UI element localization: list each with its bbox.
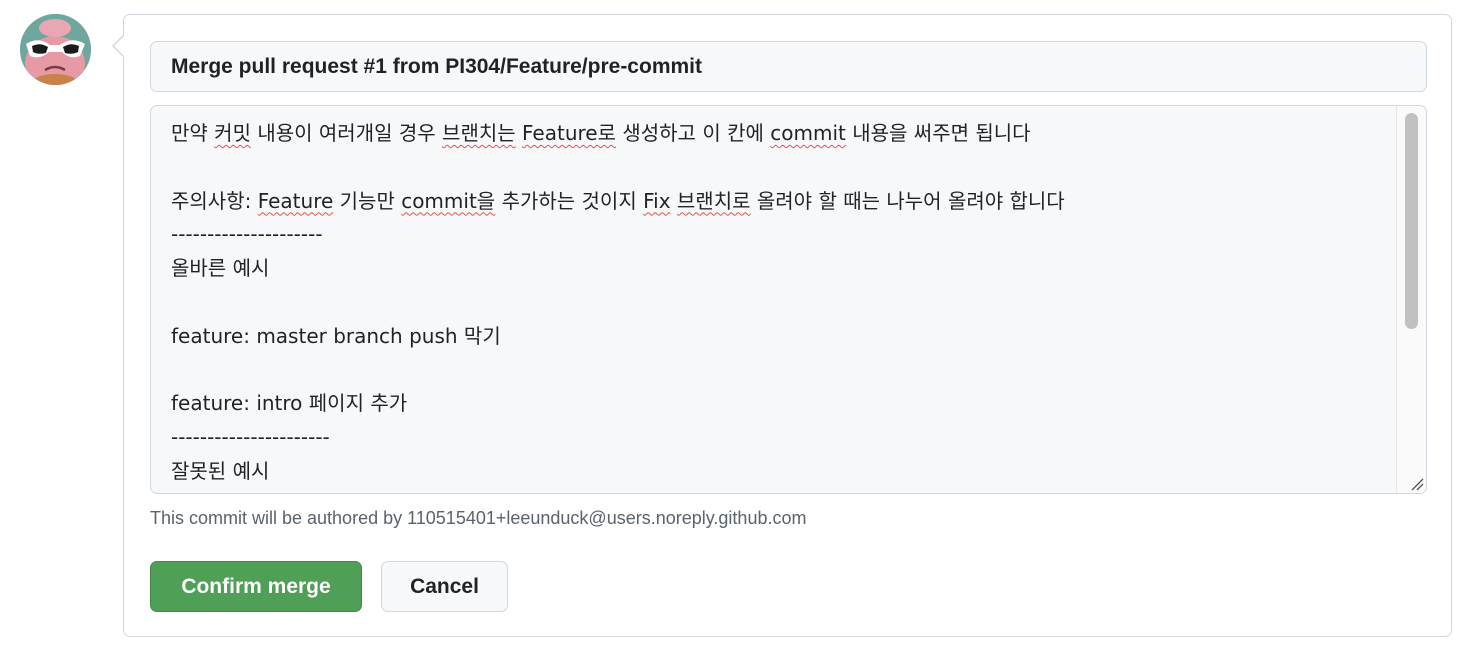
commit-body-line: [171, 151, 1386, 185]
commit-body-line: [171, 354, 1386, 388]
commit-body-line: 주의사항: Feature 기능만 commit을 추가하는 것이지 Fix 브…: [171, 188, 1065, 213]
avatar-image: [20, 14, 91, 85]
commit-body-text: 만약 커밋 내용이 여러개일 경우 브랜치는 Feature로 생성하고 이 칸…: [171, 117, 1386, 489]
textarea-scrollbar[interactable]: [1396, 106, 1426, 493]
commit-author-note: This commit will be authored by 11051540…: [150, 508, 807, 528]
user-avatar[interactable]: [20, 14, 91, 85]
commit-body-line: feature: intro 페이지 추가: [171, 391, 408, 416]
confirm-merge-button[interactable]: Confirm merge: [150, 561, 362, 612]
scrollbar-thumb[interactable]: [1405, 113, 1418, 329]
commit-body-line: [171, 286, 1386, 320]
comment-caret-fill: [114, 35, 125, 57]
commit-body-line: ---------------------: [171, 222, 323, 247]
merge-stage: Merge pull request #1 from PI304/Feature…: [0, 0, 1458, 650]
commit-body-line: ----------------------: [171, 425, 330, 450]
commit-body-line: 올바른 예시: [171, 256, 270, 281]
resize-handle-icon[interactable]: [1408, 475, 1424, 491]
commit-body-line: feature: master branch push 막기: [171, 323, 501, 348]
commit-body-line: 만약 커밋 내용이 여러개일 경우 브랜치는 Feature로 생성하고 이 칸…: [171, 121, 1031, 145]
commit-body-textarea[interactable]: 만약 커밋 내용이 여러개일 경우 브랜치는 Feature로 생성하고 이 칸…: [150, 105, 1427, 494]
commit-title-input[interactable]: Merge pull request #1 from PI304/Feature…: [150, 41, 1427, 92]
cancel-button[interactable]: Cancel: [381, 561, 508, 612]
commit-body-line: 잘못된 예시: [171, 458, 270, 483]
